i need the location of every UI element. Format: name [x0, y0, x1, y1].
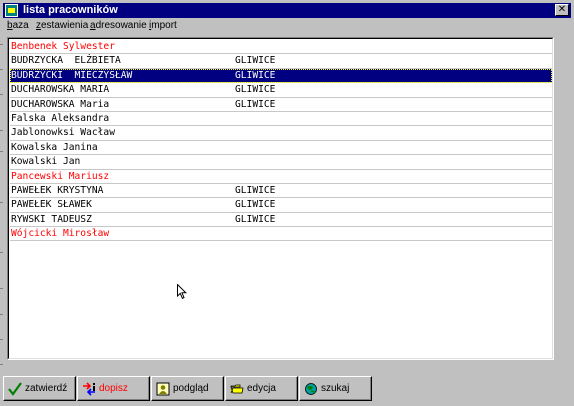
employee-city: GLIWICE [235, 55, 276, 67]
employee-name: BUDRZYCKI MIECZYSŁAW [11, 69, 133, 81]
bottom-toolbar: zatwierdź dopisz podgląd edycja szukaj [3, 376, 571, 402]
employee-name: RYWSKI TADEUSZ [11, 213, 92, 225]
employee-row[interactable]: RYWSKI TADEUSZ GLIWICE [10, 213, 552, 228]
employee-name: Kowalski Jan [11, 156, 81, 168]
menu-baza[interactable]: baza [7, 20, 29, 32]
employee-name: BUDRZYCKA ELŻBIETA [11, 55, 121, 67]
menu-zestawienia[interactable]: zestawienia [36, 20, 88, 32]
confirm-label: zatwierdź [25, 383, 68, 394]
main-window: lista pracowników ✕ baza zestawienia adr… [0, 0, 574, 406]
employee-city: GLIWICE [235, 199, 276, 211]
employee-name: Pancewski Mariusz [11, 170, 110, 182]
employee-row[interactable]: DUCHAROWSKA Maria GLIWICE [10, 98, 552, 112]
employee-row[interactable]: DUCHAROWSKA MARIA GLIWICE [10, 83, 552, 98]
title-bar[interactable]: lista pracowników ✕ [3, 3, 571, 18]
employee-city: GLIWICE [235, 84, 276, 96]
window-title: lista pracowników [23, 4, 118, 16]
edit-button[interactable]: edycja [225, 376, 298, 401]
employee-name: Falska Aleksandra [11, 112, 110, 124]
search-button[interactable]: szukaj [299, 376, 372, 401]
add-arrows-icon [83, 382, 95, 396]
employee-name: Wójcicki Mirosław [11, 228, 110, 240]
menu-bar: baza zestawienia adresowanie import [3, 18, 571, 34]
portrait-preview-icon [156, 382, 170, 396]
employee-row[interactable]: Jablonowksi Wacław [10, 126, 552, 141]
confirm-button[interactable]: zatwierdź [3, 376, 76, 401]
employee-city: GLIWICE [235, 213, 276, 225]
employee-row[interactable]: PAWEŁEK SŁAWEK GLIWICE [10, 198, 552, 213]
employee-name: DUCHAROWSKA Maria [11, 98, 110, 110]
employee-row[interactable]: Pancewski Mariusz [10, 170, 552, 184]
employee-name: Jablonowksi Wacław [11, 127, 115, 139]
employee-city: GLIWICE [235, 184, 276, 196]
globe-search-icon [305, 383, 317, 395]
employee-name: Benbenek Sylwester [11, 41, 115, 52]
menu-import[interactable]: import [149, 20, 177, 32]
employee-name: Kowalska Janina [11, 141, 98, 153]
search-label: szukaj [321, 383, 350, 394]
preview-button[interactable]: podgląd [151, 376, 224, 401]
employee-rows: Benbenek Sylwester BUDRZYCKA ELŻBIETA GLIW… [10, 40, 552, 242]
employee-name: DUCHAROWSKA MARIA [11, 84, 110, 96]
employee-row[interactable]: Falska Aleksandra [10, 112, 552, 127]
mouse-cursor-icon [177, 284, 187, 299]
add-label: dopisz [99, 383, 128, 394]
toolbar-empty-area [377, 376, 571, 401]
close-button[interactable]: ✕ [555, 4, 569, 16]
employee-row[interactable]: Kowalski Jan [10, 155, 552, 170]
edit-label: edycja [247, 383, 276, 394]
employee-row[interactable]: Benbenek Sylwester [10, 40, 552, 55]
employee-row[interactable]: Kowalska Janina [10, 141, 552, 156]
employee-row[interactable]: BUDRZYCKI MIECZYSŁAW GLIWICE [10, 68, 552, 84]
employee-name: PAWEŁEK SŁAWEK [11, 199, 92, 211]
employee-list[interactable]: Benbenek Sylwester BUDRZYCKA ELŻBIETA GLIW… [7, 37, 554, 360]
employee-name: PAWEŁEK KRYSTYNA [11, 184, 104, 196]
employee-row[interactable]: PAWEŁEK KRYSTYNA GLIWICE [10, 184, 552, 199]
add-button[interactable]: dopisz [77, 376, 150, 401]
menu-adresowanie[interactable]: adresowanie [90, 20, 147, 32]
checkmark-icon [8, 382, 22, 396]
employee-city: GLIWICE [235, 98, 276, 110]
employee-row[interactable]: BUDRZYCKA ELŻBIETA GLIWICE [10, 54, 552, 69]
employee-city: GLIWICE [235, 69, 276, 81]
preview-label: podgląd [173, 383, 209, 394]
folder-icon [230, 384, 244, 394]
employee-row[interactable]: Wójcicki Mirosław [10, 227, 552, 242]
left-window-edge [0, 20, 3, 400]
app-icon [5, 4, 18, 17]
